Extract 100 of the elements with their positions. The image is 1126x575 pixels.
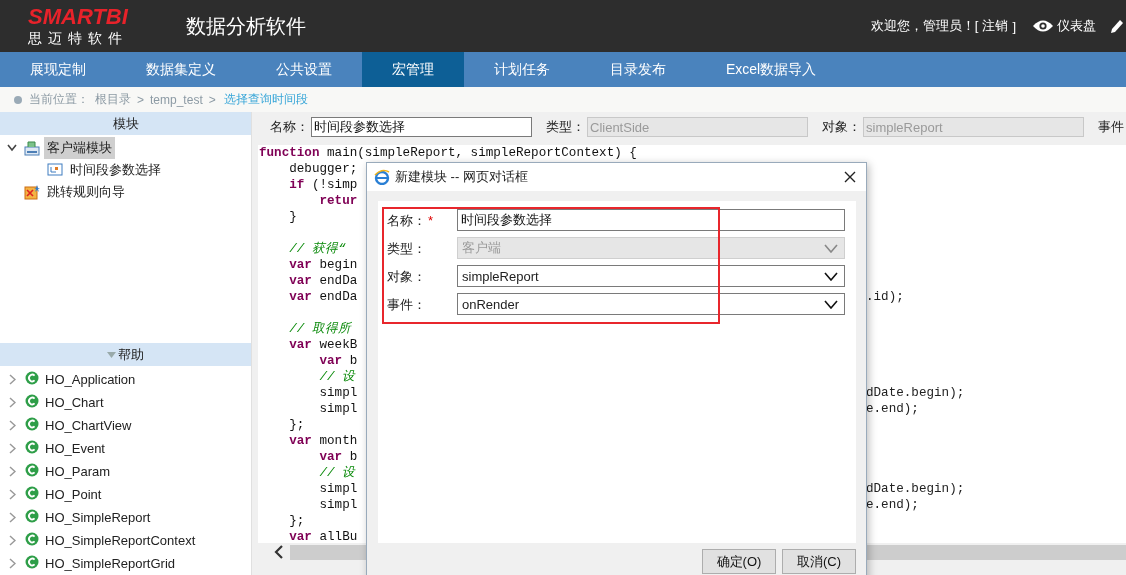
input-field[interactable]: 时间段参数选择 bbox=[457, 209, 845, 231]
class-icon bbox=[25, 508, 39, 523]
field-label: 对象： bbox=[822, 118, 861, 136]
panel-header: 模块 bbox=[0, 112, 251, 135]
dropdown[interactable]: onRender bbox=[457, 293, 845, 315]
code-line: }; bbox=[288, 513, 306, 529]
field-label: 类型： bbox=[387, 240, 427, 258]
code-line: dDate.begin); bbox=[866, 385, 966, 401]
nav-tab[interactable]: 目录发布 bbox=[580, 52, 696, 87]
field-label: 名称： bbox=[270, 118, 309, 136]
field-label: 名称：* bbox=[387, 212, 435, 230]
chevron-right-icon[interactable] bbox=[9, 512, 16, 523]
chevron-right-icon[interactable] bbox=[9, 374, 16, 385]
code-line: var b bbox=[318, 449, 359, 465]
code-line: }; bbox=[288, 417, 306, 433]
chevron-right-icon[interactable] bbox=[9, 489, 16, 500]
brand-subtitle: 思 迈 特 软 件 bbox=[28, 30, 123, 46]
chevron-right-icon[interactable] bbox=[9, 558, 16, 569]
chevron-right-icon[interactable] bbox=[9, 443, 16, 454]
scroll-left-icon[interactable] bbox=[274, 545, 284, 559]
code-line: simpl bbox=[318, 385, 359, 401]
field-label: 事件： bbox=[387, 296, 427, 314]
field-label: 类型： bbox=[546, 118, 585, 136]
class-icon bbox=[25, 531, 39, 546]
code-line: // 获得“ bbox=[288, 241, 347, 257]
code-line: simpl bbox=[318, 481, 359, 497]
brand-logo: SMARTBI bbox=[28, 6, 128, 28]
dialog-button[interactable]: 确定(O) bbox=[702, 549, 776, 574]
welcome-text: 欢迎您，管理员！[ bbox=[870, 17, 979, 35]
code-line: e.end); bbox=[866, 497, 920, 513]
tree-item[interactable]: 跳转规则向导 bbox=[44, 181, 128, 203]
chevron-down-icon[interactable] bbox=[7, 144, 17, 152]
tree-item[interactable]: 客户端模块 bbox=[44, 137, 115, 159]
chevron-down-icon bbox=[824, 299, 838, 309]
bullet-icon bbox=[14, 95, 22, 104]
nav-tab[interactable]: Excel数据导入 bbox=[696, 52, 847, 87]
browser-icon bbox=[374, 169, 390, 185]
code-line: var endDa bbox=[288, 289, 359, 305]
nav-tab[interactable]: 公共设置 bbox=[246, 52, 362, 87]
help-item[interactable]: HO_Application bbox=[45, 372, 136, 387]
code-line: simpl bbox=[318, 497, 359, 513]
input-field[interactable]: 时间段参数选择 bbox=[311, 117, 532, 137]
code-line: var weekB bbox=[288, 337, 359, 353]
nav-tab[interactable]: 计划任务 bbox=[464, 52, 580, 87]
help-item[interactable]: HO_Param bbox=[45, 464, 111, 479]
triangle-down-icon bbox=[107, 351, 116, 358]
breadcrumb-label: 当前位置： bbox=[29, 91, 89, 108]
dropdown[interactable]: simpleReport bbox=[457, 265, 845, 287]
help-item[interactable]: HO_SimpleReportGrid bbox=[45, 556, 176, 571]
document-icon bbox=[47, 162, 63, 178]
code-line: var endDa bbox=[288, 273, 359, 289]
chevron-down-icon bbox=[824, 243, 838, 253]
nav-tab[interactable]: 数据集定义 bbox=[116, 52, 246, 87]
module-icon bbox=[24, 140, 40, 156]
tree-item[interactable]: 时间段参数选择 bbox=[67, 159, 164, 181]
class-icon bbox=[25, 393, 39, 408]
code-line: // 设 bbox=[318, 369, 357, 385]
chevron-right-icon[interactable] bbox=[9, 466, 16, 477]
help-item[interactable]: HO_SimpleReportContext bbox=[45, 533, 196, 548]
class-icon bbox=[25, 370, 39, 385]
class-icon bbox=[25, 439, 39, 454]
field-label: 事件 bbox=[1098, 118, 1124, 136]
help-item[interactable]: HO_Event bbox=[45, 441, 105, 456]
class-icon bbox=[25, 416, 39, 431]
help-item[interactable]: HO_Chart bbox=[45, 395, 104, 410]
code-line: dDate.begin); bbox=[866, 481, 966, 497]
app-title: 数据分析软件 bbox=[186, 13, 306, 39]
eye-icon bbox=[1032, 19, 1054, 33]
code-line: e.end); bbox=[866, 401, 920, 417]
dashboard-link[interactable]: 仪表盘 bbox=[1032, 17, 1096, 35]
nav-tab[interactable]: 展现定制 bbox=[0, 52, 116, 87]
class-icon bbox=[25, 462, 39, 477]
chevron-right-icon[interactable] bbox=[9, 535, 16, 546]
dialog-button[interactable]: 取消(C) bbox=[782, 549, 856, 574]
field-label: 对象： bbox=[387, 268, 427, 286]
panel-title: 帮助 bbox=[118, 346, 144, 364]
code-line: // 取得所 bbox=[288, 321, 353, 337]
welcome-text: ] bbox=[1012, 18, 1016, 34]
help-item[interactable]: HO_Point bbox=[45, 487, 102, 502]
code-line: var allBu bbox=[288, 529, 359, 543]
chevron-down-icon bbox=[824, 271, 838, 281]
close-icon bbox=[844, 171, 856, 183]
logout-link[interactable]: 注销 bbox=[982, 17, 1009, 35]
code-line: function main(simpleReport, simpleReportContext) { bbox=[258, 146, 637, 160]
chevron-right-icon[interactable] bbox=[9, 397, 16, 408]
nav-tab[interactable]: 宏管理 bbox=[362, 52, 464, 87]
code-line: if (!simp bbox=[288, 177, 359, 193]
wizard-icon bbox=[24, 184, 40, 200]
code-line: // 设 bbox=[318, 465, 357, 481]
help-item[interactable]: HO_ChartView bbox=[45, 418, 132, 433]
help-item[interactable]: HO_SimpleReport bbox=[45, 510, 151, 525]
pencil-icon bbox=[1110, 18, 1124, 34]
class-icon bbox=[25, 485, 39, 500]
code-line: simpl bbox=[318, 401, 359, 417]
code-line: .id); bbox=[866, 289, 905, 305]
class-icon bbox=[25, 554, 39, 569]
code-line: var b bbox=[318, 353, 359, 369]
chevron-right-icon[interactable] bbox=[9, 420, 16, 431]
code-line: retur bbox=[318, 193, 359, 209]
dialog-title: 新建模块 -- 网页对话框 bbox=[395, 168, 529, 186]
